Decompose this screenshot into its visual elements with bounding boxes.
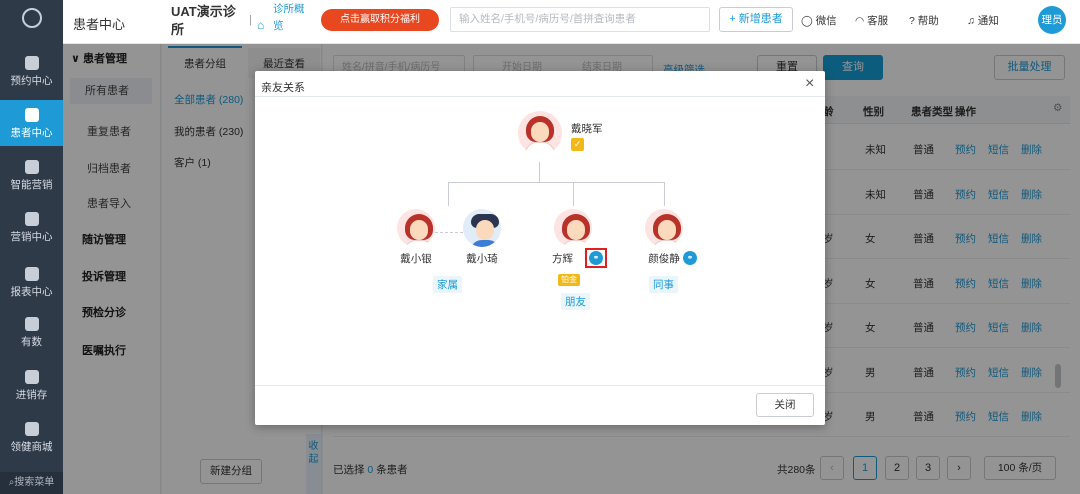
- bulb-icon: [24, 160, 39, 174]
- nav-item-marketing[interactable]: 营销中心: [0, 210, 63, 250]
- avatar: [463, 209, 501, 247]
- person-name: 戴小琦: [466, 253, 498, 265]
- person-card[interactable]: 颜俊静: [643, 209, 685, 266]
- root-name: 戴晓军: [571, 123, 603, 135]
- nav-item-data[interactable]: 有数: [0, 315, 63, 355]
- app-logo: [22, 8, 42, 28]
- notice-button[interactable]: ♫ 通知: [967, 13, 999, 28]
- person-name: 颜俊静: [648, 253, 680, 265]
- vip-badge: 铂金: [558, 273, 580, 286]
- nav-item-patient[interactable]: 患者中心: [0, 100, 63, 146]
- bar-chart-icon: [24, 267, 39, 281]
- person-name: 戴小银: [400, 253, 432, 265]
- main-nav: 预约中心 患者中心 智能营销 营销中心 报表中心 有数 进销存 领健商城 ⌕搜索…: [0, 0, 63, 494]
- nav-item-shop[interactable]: 领健商城: [0, 420, 63, 460]
- avatar: [518, 111, 562, 155]
- add-patient-button[interactable]: + 新增患者: [719, 7, 793, 32]
- headset-icon: ◠: [855, 15, 865, 27]
- help-button[interactable]: ? 帮助: [909, 13, 939, 28]
- vip-check-icon: ✓: [571, 138, 584, 151]
- line-chart-icon: [24, 317, 39, 331]
- user-icon: [24, 108, 39, 122]
- relationship-modal: 亲友关系 × 戴晓军 ✓ 戴小银 戴小琦 家属 方辉 ⚭ 铂金 朋友 颜俊静 ⚭…: [255, 71, 825, 425]
- search-menu[interactable]: ⌕搜索菜单: [0, 472, 63, 494]
- relation-link-button[interactable]: ⚭: [683, 251, 697, 265]
- shop-icon: [24, 422, 39, 436]
- nav-item-inventory[interactable]: 进销存: [0, 368, 63, 408]
- modal-close-button[interactable]: 关闭: [756, 393, 814, 417]
- calendar-icon: [24, 56, 39, 70]
- overview-link[interactable]: 诊所概览: [273, 1, 311, 35]
- fan-icon: [24, 212, 39, 226]
- modal-title: 亲友关系: [261, 82, 305, 94]
- relation-colleague: 同事: [649, 276, 678, 293]
- promo-banner[interactable]: 点击赢取积分福利: [321, 9, 439, 31]
- person-card[interactable]: 戴小琦: [461, 209, 503, 266]
- help-icon: ?: [909, 15, 915, 27]
- user-avatar[interactable]: 理员: [1038, 6, 1066, 34]
- top-header: 患者中心 UAT演示诊所 | ⌂ 诊所概览 点击赢取积分福利 输入姓名/手机号/…: [63, 0, 1080, 44]
- patient-search-input[interactable]: 输入姓名/手机号/病历号/首拼查询患者: [450, 7, 710, 32]
- bell-icon: ♫: [967, 15, 975, 27]
- root-person[interactable]: [517, 111, 563, 155]
- module-title: 患者中心: [73, 17, 126, 32]
- wechat-icon: ◯: [801, 15, 813, 27]
- link-icon: ⚭: [589, 251, 603, 265]
- nav-item-report[interactable]: 报表中心: [0, 265, 63, 305]
- home-icon: ⌂: [257, 18, 265, 32]
- close-icon[interactable]: ×: [805, 75, 814, 93]
- relation-link-button[interactable]: ⚭: [585, 248, 607, 268]
- clinic-name[interactable]: UAT演示诊所: [171, 3, 243, 39]
- avatar: [645, 209, 683, 247]
- person-card[interactable]: 戴小银: [395, 209, 437, 266]
- relation-friend: 朋友: [561, 293, 590, 310]
- nav-item-appointment[interactable]: 预约中心: [0, 52, 63, 92]
- service-button[interactable]: ◠ 客服: [855, 13, 888, 28]
- layers-icon: [24, 370, 39, 384]
- avatar: [554, 209, 592, 247]
- nav-item-marketing-ai[interactable]: 智能营销: [0, 158, 63, 198]
- link-icon: ⚭: [683, 251, 697, 265]
- avatar: [397, 209, 435, 247]
- wechat-button[interactable]: ◯ 微信: [801, 13, 837, 28]
- relation-family: 家属: [433, 276, 462, 293]
